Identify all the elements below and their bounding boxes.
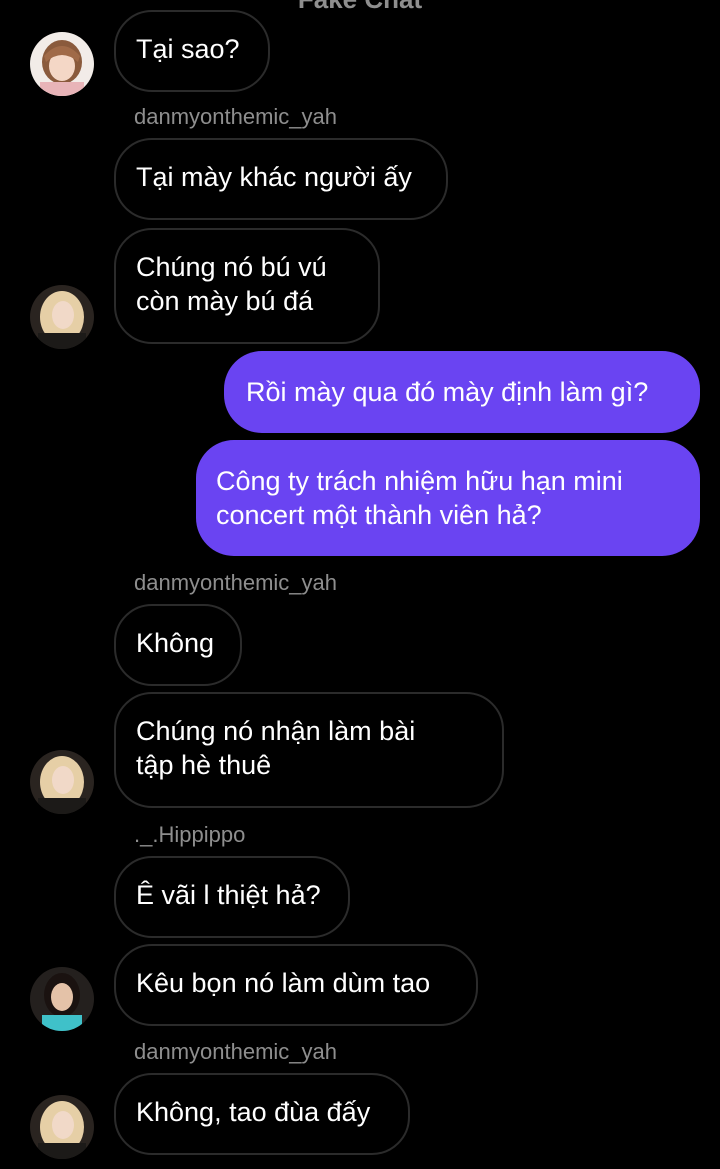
message-text: Không, tao đùa đấy bbox=[136, 1097, 371, 1127]
avatar[interactable] bbox=[30, 967, 94, 1031]
chat-title: Fake Chat bbox=[0, 0, 720, 15]
message-bubble[interactable]: Tại mày khác người ấy bbox=[114, 138, 448, 220]
message-text: Tại mày khác người ấy bbox=[136, 162, 412, 192]
sender-name: danmyonthemic_yah bbox=[134, 570, 338, 595]
message-text: Chúng nó bú vú bbox=[136, 252, 327, 282]
message-text: Không bbox=[136, 628, 215, 658]
message-text: Ê vãi l thiệt hả? bbox=[136, 880, 321, 910]
message-bubble[interactable]: Tại sao? bbox=[114, 10, 270, 92]
sender-name: danmyonthemic_yah bbox=[134, 104, 338, 129]
message-bubble[interactable]: Không, tao đùa đấy bbox=[114, 1073, 410, 1155]
avatar[interactable] bbox=[30, 750, 94, 814]
message-text: Công ty trách nhiệm hữu hạn mini bbox=[216, 466, 623, 496]
avatar[interactable] bbox=[30, 1095, 94, 1159]
message-bubble-outgoing[interactable]: Công ty trách nhiệm hữu hạn mini concert… bbox=[196, 440, 700, 556]
avatar[interactable] bbox=[30, 285, 94, 349]
message-text: còn mày bú đá bbox=[136, 286, 314, 316]
message-bubble[interactable]: Kêu bọn nó làm dùm tao bbox=[114, 944, 478, 1026]
message-bubble[interactable]: Chúng nó nhận làm bài tập hè thuê bbox=[114, 692, 504, 808]
message-text: Tại sao? bbox=[136, 34, 240, 64]
message-bubble-outgoing[interactable]: Rồi mày qua đó mày định làm gì? bbox=[224, 351, 700, 433]
message-text: Rồi mày qua đó mày định làm gì? bbox=[246, 377, 649, 407]
message-text: Chúng nó nhận làm bài bbox=[136, 716, 416, 746]
sender-name: danmyonthemic_yah bbox=[134, 1039, 338, 1064]
sender-name: ._.Hippippo bbox=[134, 822, 246, 847]
message-bubble[interactable]: Ê vãi l thiệt hả? bbox=[114, 856, 350, 938]
message-text: Kêu bọn nó làm dùm tao bbox=[136, 968, 431, 998]
avatar[interactable] bbox=[30, 32, 94, 96]
message-bubble[interactable]: Chúng nó bú vú còn mày bú đá bbox=[114, 228, 380, 344]
message-text: concert một thành viên hả? bbox=[216, 500, 542, 530]
message-text: tập hè thuê bbox=[136, 750, 272, 780]
message-bubble[interactable]: Không bbox=[114, 604, 242, 686]
